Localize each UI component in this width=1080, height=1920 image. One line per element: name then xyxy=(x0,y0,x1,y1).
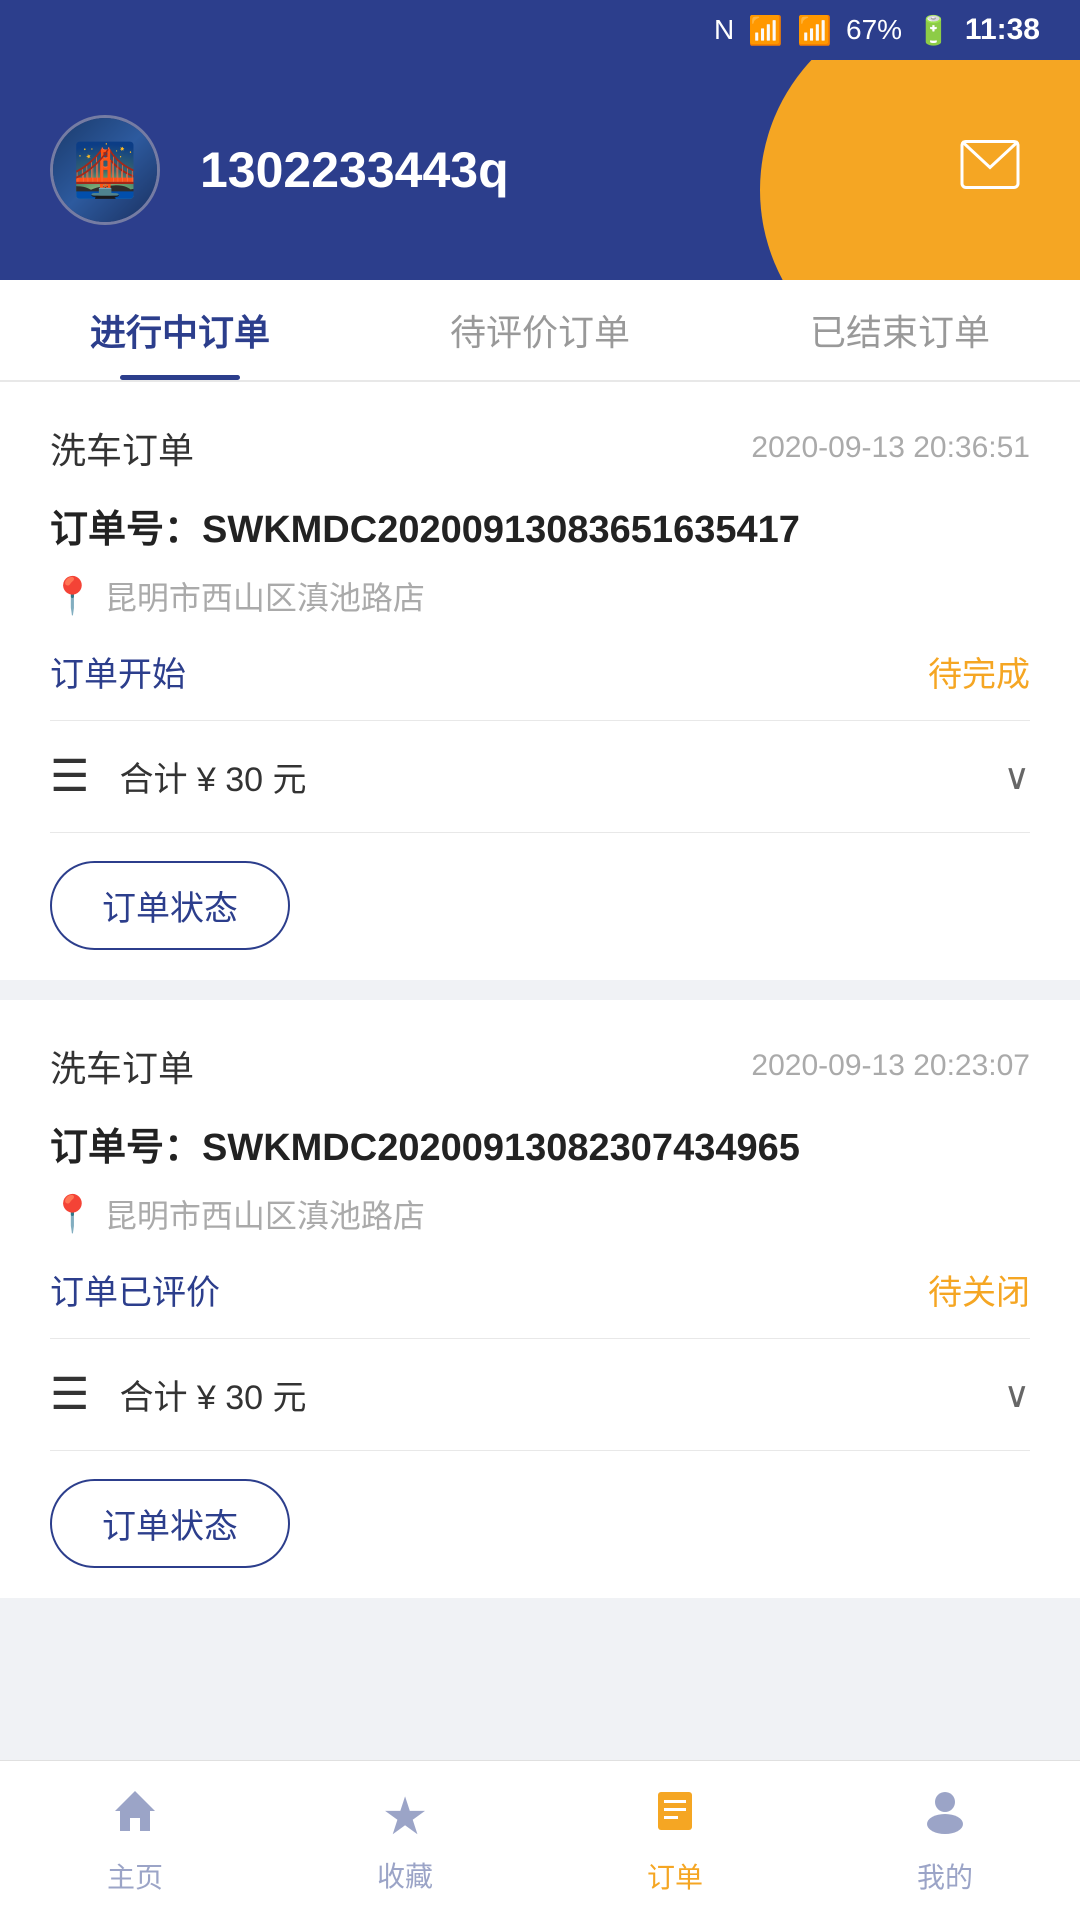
order-status-left-1: 订单开始 xyxy=(50,647,186,696)
chevron-down-icon-1[interactable]: ∨ xyxy=(1004,756,1030,798)
order-total-1: 合计 ¥ 30 元 xyxy=(119,752,1003,801)
order-status-right-1: 待完成 xyxy=(928,647,1030,696)
order-status-row-2: 订单已评价 待关闭 xyxy=(50,1265,1030,1339)
order-time-1: 2020-09-13 20:36:51 xyxy=(751,431,1030,465)
header: 🌉 1302233443q xyxy=(0,60,1080,280)
mine-label: 我的 xyxy=(917,1856,973,1896)
battery-text: 67% xyxy=(846,14,902,46)
list-icon-1: ☰ xyxy=(50,751,89,802)
bottom-nav: 主页 ★ 收藏 订单 我的 xyxy=(0,1760,1080,1920)
battery-icon: 🔋 xyxy=(916,14,951,47)
time-display: 11:38 xyxy=(965,13,1040,47)
order-type-1: 洗车订单 xyxy=(50,422,194,474)
tab-ended-orders[interactable]: 已结束订单 xyxy=(720,280,1080,380)
wifi-icon: 📶 xyxy=(748,14,783,47)
location-pin-icon-2: 📍 xyxy=(50,1193,95,1235)
nav-item-favorites[interactable]: ★ 收藏 xyxy=(270,1787,540,1895)
location-pin-icon-1: 📍 xyxy=(50,575,95,617)
order-header-2: 洗车订单 2020-09-13 20:23:07 xyxy=(50,1040,1030,1092)
decorative-circle xyxy=(760,60,1080,280)
order-total-row-2[interactable]: ☰ 合计 ¥ 30 元 ∨ xyxy=(50,1339,1030,1451)
order-status-left-2: 订单已评价 xyxy=(50,1265,220,1314)
order-total-2: 合计 ¥ 30 元 xyxy=(119,1370,1003,1419)
signal-icon: 📶 xyxy=(797,14,832,47)
tab-pending-orders[interactable]: 待评价订单 xyxy=(360,280,720,380)
orders-icon xyxy=(650,1786,700,1848)
order-number-1: 订单号：SWKMDC20200913083651635417 xyxy=(50,498,1030,553)
list-icon-2: ☰ xyxy=(50,1369,89,1420)
order-status-right-2: 待关闭 xyxy=(928,1265,1030,1314)
order-time-2: 2020-09-13 20:23:07 xyxy=(751,1049,1030,1083)
order-total-row-1[interactable]: ☰ 合计 ¥ 30 元 ∨ xyxy=(50,721,1030,833)
location-text-1: 昆明市西山区滇池路店 xyxy=(105,573,425,619)
order-header-1: 洗车订单 2020-09-13 20:36:51 xyxy=(50,422,1030,474)
order-card-2: 洗车订单 2020-09-13 20:23:07 订单号：SWKMDC20200… xyxy=(0,1000,1080,1598)
order-status-row-1: 订单开始 待完成 xyxy=(50,647,1030,721)
home-icon xyxy=(110,1786,160,1848)
username: 1302233443q xyxy=(200,141,509,199)
order-type-2: 洗车订单 xyxy=(50,1040,194,1092)
nav-item-mine[interactable]: 我的 xyxy=(810,1786,1080,1896)
favorites-label: 收藏 xyxy=(377,1855,433,1895)
orders-label: 订单 xyxy=(647,1856,703,1896)
mail-icon[interactable] xyxy=(960,138,1020,203)
nav-item-orders[interactable]: 订单 xyxy=(540,1786,810,1896)
nfc-icon: N xyxy=(714,14,734,46)
location-text-2: 昆明市西山区滇池路店 xyxy=(105,1191,425,1237)
chevron-down-icon-2[interactable]: ∨ xyxy=(1004,1374,1030,1416)
order-list: 洗车订单 2020-09-13 20:36:51 订单号：SWKMDC20200… xyxy=(0,382,1080,1778)
avatar[interactable]: 🌉 xyxy=(50,115,160,225)
nav-item-home[interactable]: 主页 xyxy=(0,1786,270,1896)
order-state-button-1[interactable]: 订单状态 xyxy=(50,861,290,950)
status-bar: N 📶 📶 67% 🔋 11:38 xyxy=(0,0,1080,60)
tabs-bar: 进行中订单 待评价订单 已结束订单 xyxy=(0,280,1080,382)
order-location-2: 📍 昆明市西山区滇池路店 xyxy=(50,1191,1030,1237)
order-state-button-2[interactable]: 订单状态 xyxy=(50,1479,290,1568)
tab-active-orders[interactable]: 进行中订单 xyxy=(0,280,360,380)
order-location-1: 📍 昆明市西山区滇池路店 xyxy=(50,573,1030,619)
star-icon: ★ xyxy=(382,1787,429,1847)
home-label: 主页 xyxy=(107,1856,163,1896)
order-card-1: 洗车订单 2020-09-13 20:36:51 订单号：SWKMDC20200… xyxy=(0,382,1080,980)
user-icon xyxy=(920,1786,970,1848)
avatar-image: 🌉 xyxy=(73,140,138,201)
order-number-2: 订单号：SWKMDC20200913082307434965 xyxy=(50,1116,1030,1171)
